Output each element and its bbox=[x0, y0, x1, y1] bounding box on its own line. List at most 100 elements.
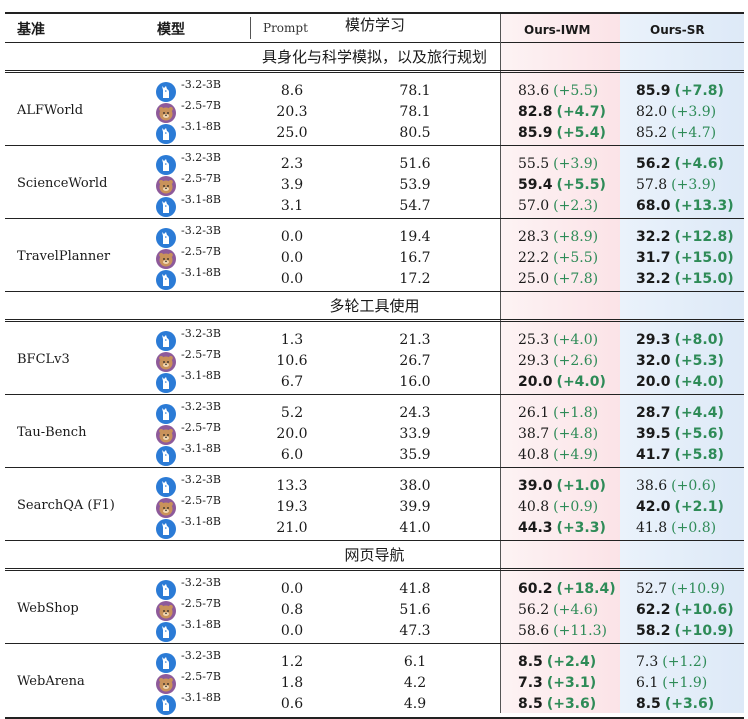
ours-iwm-gain: (+4.7) bbox=[556, 104, 606, 120]
ours-iwm-cell: 82.8 (+4.7) bbox=[518, 102, 606, 122]
ours-sr-gain: (+4.7) bbox=[671, 125, 717, 141]
ours-sr-score: 32.0 bbox=[636, 353, 671, 369]
benchmark-name: TravelPlanner bbox=[17, 249, 111, 264]
header-imitation: 模仿学习 bbox=[345, 16, 406, 34]
ours-sr-cell: 20.0 (+4.0) bbox=[636, 372, 724, 392]
llama-icon bbox=[156, 519, 176, 539]
ours-sr-gain: (+0.6) bbox=[671, 478, 717, 494]
prompt-score: 19.3 bbox=[276, 499, 308, 515]
benchmark-rule bbox=[5, 540, 744, 541]
ours-sr-cell: 85.9 (+7.8) bbox=[636, 81, 724, 101]
ours-sr-gain: (+5.3) bbox=[674, 353, 724, 369]
ours-iwm-cell: 26.1 (+1.8) bbox=[518, 403, 598, 423]
imitation-score: 4.9 bbox=[403, 696, 427, 712]
ours-sr-score: 41.7 bbox=[636, 447, 671, 463]
ours-sr-gain: (+10.9) bbox=[671, 581, 725, 597]
ours-iwm-gain: (+5.5) bbox=[556, 177, 606, 193]
model-variant: -3.2-3B bbox=[181, 224, 222, 237]
ours-sr-gain: (+4.0) bbox=[674, 374, 724, 390]
ours-iwm-cell: 58.6 (+11.3) bbox=[518, 621, 607, 641]
imitation-score: 21.3 bbox=[399, 332, 431, 348]
model-variant: -3.1-8B bbox=[181, 193, 222, 206]
benchmark-rule bbox=[5, 643, 744, 644]
ours-sr-gain: (+3.9) bbox=[671, 177, 717, 193]
prompt-score: 1.2 bbox=[280, 654, 304, 670]
model-variant: -2.5-7B bbox=[181, 245, 222, 258]
ours-sr-cell: 58.2 (+10.9) bbox=[636, 621, 734, 641]
model-variant: -2.5-7B bbox=[181, 348, 222, 361]
ours-sr-cell: 6.1 (+1.9) bbox=[636, 673, 707, 693]
model-variant: -2.5-7B bbox=[181, 99, 222, 112]
ours-iwm-cell: 56.2 (+4.6) bbox=[518, 600, 598, 620]
bear-icon bbox=[156, 352, 176, 372]
imitation-score: 16.7 bbox=[399, 250, 431, 266]
ours-iwm-gain: (+2.6) bbox=[553, 353, 599, 369]
prompt-score: 0.8 bbox=[280, 602, 304, 618]
prompt-score: 20.0 bbox=[276, 426, 308, 442]
imitation-score: 78.1 bbox=[399, 104, 431, 120]
ours-sr-gain: (+5.8) bbox=[674, 447, 724, 463]
prompt-score: 5.2 bbox=[280, 405, 304, 421]
prompt-score: 8.6 bbox=[280, 83, 304, 99]
header-rule bbox=[5, 42, 744, 43]
benchmark-rule bbox=[5, 145, 744, 146]
ours-iwm-score: 25.3 bbox=[518, 332, 550, 348]
benchmark-rule bbox=[5, 467, 744, 468]
ours-sr-cell: 85.2 (+4.7) bbox=[636, 123, 716, 143]
ours-iwm-cell: 8.5 (+2.4) bbox=[518, 652, 596, 672]
model-variant: -2.5-7B bbox=[181, 494, 222, 507]
ours-sr-score: 32.2 bbox=[636, 271, 671, 287]
llama-icon bbox=[156, 124, 176, 144]
ours-sr-score: 68.0 bbox=[636, 198, 671, 214]
bear-icon bbox=[156, 498, 176, 518]
ours-sr-score: 38.6 bbox=[636, 478, 668, 494]
ours-iwm-cell: 57.0 (+2.3) bbox=[518, 196, 598, 216]
model-variant: -3.1-8B bbox=[181, 266, 222, 279]
ours-sr-score: 57.8 bbox=[636, 177, 668, 193]
ours-iwm-score: 44.3 bbox=[518, 520, 553, 536]
prompt-score: 1.3 bbox=[280, 332, 304, 348]
section-rule bbox=[5, 72, 744, 73]
ours-iwm-gain: (+5.4) bbox=[556, 125, 606, 141]
imitation-score: 38.0 bbox=[399, 478, 431, 494]
ours-sr-score: 32.2 bbox=[636, 229, 671, 245]
ours-sr-gain: (+15.0) bbox=[674, 271, 734, 287]
prompt-score: 13.3 bbox=[276, 478, 308, 494]
ours-sr-score: 82.0 bbox=[636, 104, 668, 120]
prompt-score: 3.9 bbox=[280, 177, 304, 193]
ours-iwm-score: 56.2 bbox=[518, 602, 550, 618]
ours-sr-cell: 68.0 (+13.3) bbox=[636, 196, 734, 216]
benchmark-rule bbox=[5, 291, 744, 292]
ours-iwm-score: 20.0 bbox=[518, 374, 553, 390]
ours-iwm-score: 39.0 bbox=[518, 478, 553, 494]
header-model: 模型 bbox=[157, 22, 185, 38]
llama-icon bbox=[156, 331, 176, 351]
ours-iwm-score: 58.6 bbox=[518, 623, 550, 639]
bear-icon bbox=[156, 249, 176, 269]
ours-iwm-cell: 39.0 (+1.0) bbox=[518, 476, 606, 496]
header-ours-sr: Ours-SR bbox=[650, 23, 705, 37]
imitation-score: 17.2 bbox=[399, 271, 431, 287]
ours-iwm-score: 38.7 bbox=[518, 426, 550, 442]
ours-sr-gain: (+7.8) bbox=[674, 83, 724, 99]
prompt-score: 10.6 bbox=[276, 353, 308, 369]
ours-iwm-score: 40.8 bbox=[518, 447, 550, 463]
prompt-score: 6.7 bbox=[280, 374, 304, 390]
ours-iwm-gain: (+3.3) bbox=[556, 520, 606, 536]
model-variant: -3.1-8B bbox=[181, 120, 222, 133]
llama-icon bbox=[156, 155, 176, 175]
ours-sr-score: 62.2 bbox=[636, 602, 671, 618]
ours-sr-cell: 7.3 (+1.2) bbox=[636, 652, 707, 672]
ours-sr-cell: 32.2 (+15.0) bbox=[636, 269, 734, 289]
ours-sr-score: 56.2 bbox=[636, 156, 671, 172]
ours-iwm-gain: (+5.5) bbox=[553, 250, 599, 266]
ours-iwm-score: 22.2 bbox=[518, 250, 550, 266]
imitation-score: 78.1 bbox=[399, 83, 431, 99]
prompt-score: 6.0 bbox=[280, 447, 304, 463]
ours-sr-score: 41.8 bbox=[636, 520, 668, 536]
ours-iwm-gain: (+7.8) bbox=[553, 271, 599, 287]
llama-icon bbox=[156, 622, 176, 642]
prompt-score: 21.0 bbox=[276, 520, 308, 536]
ours-sr-gain: (+0.8) bbox=[671, 520, 717, 536]
prompt-score: 0.0 bbox=[280, 229, 304, 245]
